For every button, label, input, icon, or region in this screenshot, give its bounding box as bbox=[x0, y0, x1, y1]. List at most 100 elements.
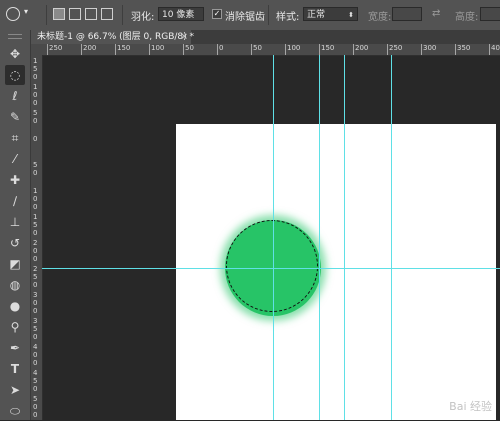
vertical-guide[interactable] bbox=[391, 55, 392, 420]
feather-label: 羽化: bbox=[131, 12, 155, 23]
ruler-label: 150 bbox=[33, 213, 38, 237]
ruler-label: 400 bbox=[33, 343, 38, 367]
ruler-label: 50 bbox=[253, 44, 262, 52]
ruler-label: 300 bbox=[423, 44, 437, 52]
document-canvas[interactable] bbox=[176, 124, 496, 420]
pen-tool-icon[interactable]: ✒ bbox=[5, 338, 25, 358]
ruler-label: 250 bbox=[389, 44, 403, 52]
chevron-down-icon[interactable]: ▾ bbox=[24, 7, 28, 16]
spot-healing-tool-icon[interactable]: ✚ bbox=[5, 170, 25, 190]
ruler-label: 50 bbox=[33, 161, 38, 177]
paint-bucket-tool-icon[interactable]: ◍ bbox=[5, 275, 25, 295]
ruler-label: 250 bbox=[33, 265, 38, 289]
elliptical-selection-marquee bbox=[226, 220, 318, 312]
ruler-tick bbox=[47, 44, 48, 55]
ruler-label: 200 bbox=[83, 44, 97, 52]
divider bbox=[122, 5, 123, 25]
panel-grip[interactable] bbox=[8, 34, 22, 39]
ruler-label: 150 bbox=[321, 44, 335, 52]
ruler-tick bbox=[81, 44, 82, 55]
width-label: 宽度: bbox=[368, 12, 392, 23]
vertical-ruler[interactable]: 150 100 50 0 50 100 150 200 250 300 350 400 450 500 bbox=[31, 55, 43, 420]
swap-icon[interactable]: ⇄ bbox=[432, 8, 440, 19]
close-icon[interactable]: × bbox=[180, 30, 188, 44]
ruler-label: 50 bbox=[33, 109, 38, 125]
ruler-tick bbox=[149, 44, 150, 55]
select-arrows-icon: ⬍ bbox=[348, 11, 354, 19]
style-select-value: 正常 bbox=[307, 10, 326, 20]
move-tool-icon[interactable]: ✥ bbox=[5, 44, 25, 64]
horizontal-guide[interactable] bbox=[42, 268, 500, 269]
ruler-tick bbox=[387, 44, 388, 55]
options-bar: ▾ 羽化: 10 像素 ✓ 消除锯齿 样式: 正常 ⬍ 宽度: ⇄ 高度: bbox=[0, 0, 500, 31]
tool-preset-icon[interactable] bbox=[6, 7, 20, 21]
ruler-label: 300 bbox=[33, 291, 38, 315]
ruler-label: 100 bbox=[33, 187, 38, 211]
ruler-label: 0 bbox=[219, 44, 224, 52]
brush-tool-icon[interactable]: ∕ bbox=[5, 191, 25, 211]
feather-input[interactable]: 10 像素 bbox=[158, 7, 204, 21]
ruler-tick bbox=[489, 44, 490, 55]
document-tab[interactable]: 未标题-1 @ 66.7% (图层 0, RGB/8) * × bbox=[31, 30, 194, 44]
elliptical-marquee-tool-icon[interactable]: ◌ bbox=[5, 65, 25, 85]
ruler-tick bbox=[251, 44, 252, 55]
ruler-label: 100 bbox=[287, 44, 301, 52]
ruler-label: 200 bbox=[33, 239, 38, 263]
lasso-tool-icon[interactable]: ℓ bbox=[5, 86, 25, 106]
ruler-label: 250 bbox=[49, 44, 63, 52]
height-input[interactable] bbox=[480, 7, 500, 21]
ruler-tick bbox=[217, 44, 218, 55]
ruler-label: 0 bbox=[33, 135, 38, 143]
ruler-label: 450 bbox=[33, 369, 38, 393]
horizontal-ruler[interactable]: 2502001501005005010015020025030035040045… bbox=[42, 44, 500, 56]
document-tab-bar: 未标题-1 @ 66.7% (图层 0, RGB/8) * × bbox=[31, 30, 500, 44]
vertical-guide[interactable] bbox=[344, 55, 345, 420]
eraser-tool-icon[interactable]: ◩ bbox=[5, 254, 25, 274]
divider bbox=[46, 5, 47, 25]
ruler-label: 350 bbox=[33, 317, 38, 341]
ruler-tick bbox=[183, 44, 184, 55]
document-tab-title: 未标题-1 @ 66.7% (图层 0, RGB/8) * bbox=[37, 32, 194, 42]
clone-stamp-tool-icon[interactable]: ⊥ bbox=[5, 212, 25, 232]
ruler-label: 50 bbox=[185, 44, 194, 52]
ruler-label: 500 bbox=[33, 395, 38, 419]
ruler-label: 150 bbox=[33, 57, 38, 81]
antialias-label: 消除锯齿 bbox=[225, 12, 265, 23]
dodge-tool-icon[interactable]: ⚲ bbox=[5, 317, 25, 337]
eyedropper-tool-icon[interactable]: ⁄ bbox=[5, 149, 25, 169]
ruler-tick bbox=[455, 44, 456, 55]
style-select[interactable]: 正常 ⬍ bbox=[303, 7, 358, 21]
history-brush-tool-icon[interactable]: ↺ bbox=[5, 233, 25, 253]
ruler-label: 400 bbox=[491, 44, 500, 52]
ellipse-shape-tool-icon[interactable]: ⬭ bbox=[5, 401, 25, 421]
divider bbox=[268, 5, 269, 25]
style-label: 样式: bbox=[276, 12, 300, 23]
intersect-selection-icon[interactable] bbox=[101, 8, 113, 20]
width-input[interactable] bbox=[392, 7, 422, 21]
antialias-checkbox[interactable]: ✓ bbox=[212, 9, 222, 19]
subtract-from-selection-icon[interactable] bbox=[85, 8, 97, 20]
ruler-tick bbox=[421, 44, 422, 55]
ruler-tick bbox=[353, 44, 354, 55]
crop-tool-icon[interactable]: ⌗ bbox=[5, 128, 25, 148]
add-to-selection-icon[interactable] bbox=[69, 8, 81, 20]
tools-panel: ✥ ◌ ℓ ✎ ⌗ ⁄ ✚ ∕ ⊥ ↺ ◩ ◍ ● ⚲ ✒ T ➤ ⬭ bbox=[0, 30, 31, 420]
watermark: Bai 经验 bbox=[449, 400, 492, 413]
path-selection-tool-icon[interactable]: ➤ bbox=[5, 380, 25, 400]
blur-tool-icon[interactable]: ● bbox=[5, 296, 25, 316]
height-label: 高度: bbox=[455, 12, 479, 23]
ruler-tick bbox=[285, 44, 286, 55]
type-tool-icon[interactable]: T bbox=[5, 359, 25, 379]
ruler-label: 350 bbox=[457, 44, 471, 52]
vertical-guide[interactable] bbox=[319, 55, 320, 420]
vertical-guide[interactable] bbox=[273, 55, 274, 420]
ruler-label: 150 bbox=[117, 44, 131, 52]
ruler-label: 200 bbox=[355, 44, 369, 52]
ruler-label: 100 bbox=[33, 83, 38, 107]
ruler-label: 100 bbox=[151, 44, 165, 52]
quick-selection-tool-icon[interactable]: ✎ bbox=[5, 107, 25, 127]
ruler-corner[interactable] bbox=[31, 44, 42, 55]
new-selection-icon[interactable] bbox=[53, 8, 65, 20]
ruler-tick bbox=[115, 44, 116, 55]
ruler-tick bbox=[319, 44, 320, 55]
